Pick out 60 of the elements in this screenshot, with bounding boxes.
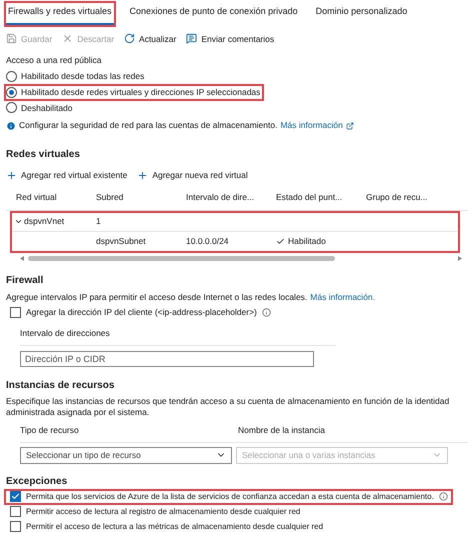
checkbox[interactable] bbox=[10, 307, 21, 318]
radio-button[interactable] bbox=[6, 102, 17, 114]
tab[interactable]: Firewalls y redes virtuales bbox=[6, 3, 114, 24]
plus-icon bbox=[6, 170, 17, 181]
section-title: Redes virtuales bbox=[6, 148, 81, 162]
checkbox-label: Permitir el acceso de lectura a las métricas de almacenamiento desde cualquier red bbox=[26, 520, 324, 532]
close-icon bbox=[62, 33, 74, 44]
field-label: Nombre de la instancia bbox=[238, 424, 325, 436]
column-header: Subred bbox=[95, 190, 124, 204]
add-button[interactable]: Agregar red virtual existente bbox=[6, 169, 128, 182]
feedback-icon bbox=[186, 33, 198, 44]
radio-label: Deshabilitado bbox=[21, 102, 73, 114]
radio-button[interactable] bbox=[6, 86, 17, 98]
scroll-right-icon[interactable] bbox=[458, 256, 462, 260]
learn-more-link[interactable]: Más información bbox=[280, 119, 343, 132]
toolbar-button[interactable]: Actualizar bbox=[124, 32, 176, 46]
section-title: Excepciones bbox=[6, 474, 68, 488]
input-field[interactable]: Dirección IP o CIDR bbox=[20, 350, 314, 367]
checkbox[interactable] bbox=[10, 491, 21, 502]
info-icon bbox=[262, 308, 271, 318]
radio-label: Habilitado desde redes virtuales y direcciones IP seleccionadas bbox=[21, 86, 260, 98]
checkbox[interactable] bbox=[10, 506, 21, 517]
checkbox[interactable] bbox=[10, 521, 21, 532]
field-label: Tipo de recurso bbox=[20, 424, 80, 436]
tab[interactable]: Conexiones de punto de conexión privado bbox=[128, 3, 300, 24]
info-icon bbox=[438, 492, 448, 501]
table-cell-text: 10.0.0.0/24 bbox=[185, 234, 230, 248]
table-cell: dspvnVnet bbox=[24, 215, 64, 228]
column-header: Grupo de recu... bbox=[365, 190, 428, 204]
table-cell-text: 1 bbox=[95, 215, 101, 228]
checkbox-label: Agregar la dirección IP del cliente (<ip-address-placeholder>) bbox=[26, 306, 257, 319]
table-cell-text: dspvnSubnet bbox=[95, 234, 147, 248]
section-title: Instancias de recursos bbox=[6, 378, 116, 393]
external-link-icon bbox=[346, 122, 354, 130]
checkbox-label: Permita que los servicios de Azure de la lista de servicios de confianza accedan a esta cuenta de almacenamiento. bbox=[26, 490, 434, 502]
radio-button[interactable] bbox=[6, 70, 17, 82]
save-icon bbox=[6, 33, 17, 44]
toolbar-button[interactable]: Enviar comentarios bbox=[186, 32, 274, 46]
learn-more-link[interactable]: Más información. bbox=[310, 290, 376, 304]
refresh-icon bbox=[124, 33, 136, 44]
section-description: Agregue intervalos IP para permitir el acceso desde Internet o las redes locales. bbox=[6, 290, 308, 304]
section-description: Especifique las instancias de recursos que tendrán acceso a su cuenta de almacenamiento en función de la identidad administrada asignada por el sistema. bbox=[6, 396, 450, 418]
column-header: Red virtual bbox=[15, 190, 58, 204]
add-button[interactable]: Agregar nueva red virtual bbox=[137, 169, 248, 182]
info-icon bbox=[6, 120, 16, 131]
column-header: Intervalo de dire... bbox=[185, 190, 256, 204]
scroll-left-icon[interactable] bbox=[20, 256, 24, 260]
radio-label: Habilitado desde todas las redes bbox=[21, 70, 144, 83]
section-title: Firewall bbox=[6, 274, 44, 288]
field-label: Acceso a una red pública bbox=[6, 54, 102, 67]
status-cell: Habilitado bbox=[274, 234, 326, 248]
field-label: Intervalo de direcciones bbox=[20, 327, 336, 346]
tab[interactable]: Dominio personalizado bbox=[314, 3, 410, 24]
expand-chevron-icon[interactable] bbox=[14, 217, 23, 226]
check-icon bbox=[276, 236, 285, 246]
dropdown[interactable]: Seleccionar un tipo de recurso bbox=[20, 446, 232, 464]
column-header: Estado del punt... bbox=[275, 190, 344, 204]
info-text: Configurar la seguridad de red para las cuentas de almacenamiento. bbox=[19, 119, 278, 132]
plus-icon bbox=[137, 170, 148, 181]
checkbox-label: Permitir acceso de lectura al registro de almacenamiento desde cualquier red bbox=[26, 506, 300, 518]
